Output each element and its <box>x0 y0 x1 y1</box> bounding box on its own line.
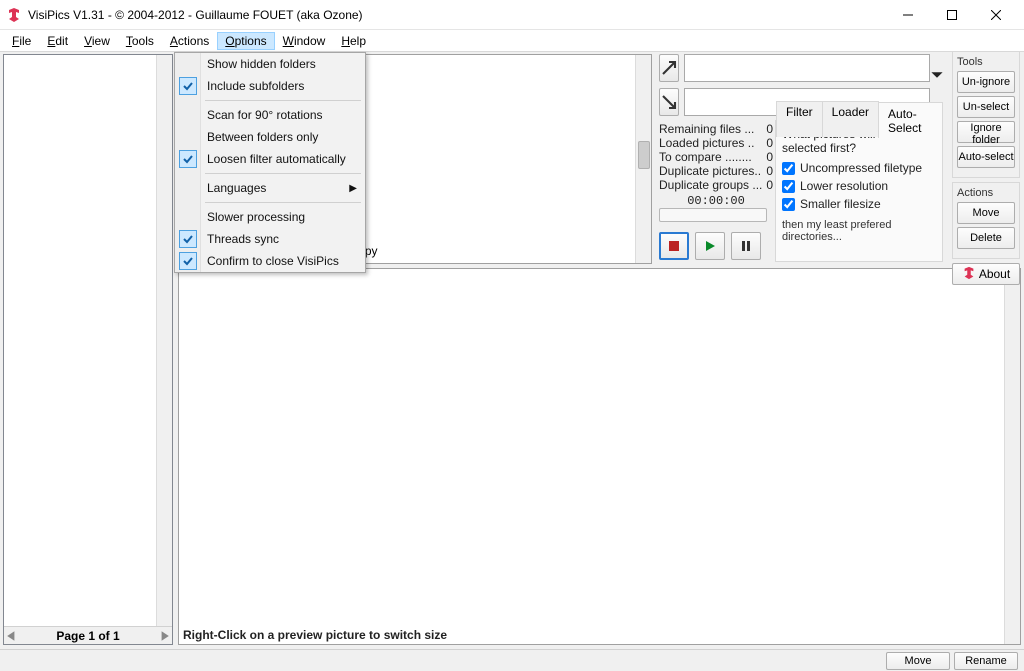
image-slot-a[interactable] <box>684 54 930 82</box>
opt-threads-sync[interactable]: Threads sync <box>175 228 365 250</box>
close-button[interactable] <box>974 1 1018 29</box>
menu-edit[interactable]: Edit <box>39 32 76 50</box>
unselect-button[interactable]: Un-select <box>957 96 1015 118</box>
options-dropdown: Show hidden folders Include subfolders S… <box>174 52 366 273</box>
tools-group-title: Tools <box>957 56 1015 68</box>
check-icon <box>179 252 197 270</box>
settings-tab-panel: Filter Loader Auto-Select What pictures … <box>775 120 943 262</box>
send-to-bottom-button[interactable] <box>659 88 679 116</box>
check-icon <box>179 230 197 248</box>
tab-autoselect[interactable]: Auto-Select <box>878 102 943 138</box>
fox-icon <box>962 266 976 283</box>
app-icon <box>6 7 22 23</box>
preview-hint: Right-Click on a preview picture to swit… <box>183 628 447 642</box>
about-button[interactable]: About <box>952 263 1020 285</box>
folder-tree-panel: Page 1 of 1 <box>3 54 173 645</box>
maximize-button[interactable] <box>930 1 974 29</box>
window-title: VisiPics V1.31 - © 2004-2012 - Guillaume… <box>28 8 886 22</box>
content-area: Show hidden folders Include subfolders S… <box>0 52 1024 649</box>
check-icon <box>179 150 197 168</box>
progress-bar <box>659 208 767 222</box>
tools-panel: Tools Un-ignore Un-select Ignore folder … <box>952 51 1020 288</box>
opt-scan-rotations[interactable]: Scan for 90° rotations <box>175 104 365 126</box>
status-rename-button[interactable]: Rename <box>954 652 1018 670</box>
prev-page-button[interactable] <box>6 630 18 642</box>
move-button[interactable]: Move <box>957 202 1015 224</box>
filelist-scrollbar[interactable] <box>635 55 651 263</box>
delete-button[interactable]: Delete <box>957 227 1015 249</box>
check-lower-resolution[interactable]: Lower resolution <box>782 179 936 193</box>
pager: Page 1 of 1 <box>4 626 172 644</box>
tree-scrollbar[interactable] <box>156 55 172 644</box>
preview-panel: Right-Click on a preview picture to swit… <box>178 268 1021 645</box>
autoselect-button[interactable]: Auto-select <box>957 146 1015 168</box>
check-icon <box>179 77 197 95</box>
menu-help[interactable]: Help <box>333 32 374 50</box>
menu-window[interactable]: Window <box>275 32 334 50</box>
unignore-button[interactable]: Un-ignore <box>957 71 1015 93</box>
actions-group-title: Actions <box>957 187 1015 199</box>
opt-include-subfolders[interactable]: Include subfolders <box>175 75 365 97</box>
stats-block: Remaining files ...0 Loaded pictures ..0… <box>659 122 773 208</box>
opt-slower[interactable]: Slower processing <box>175 206 365 228</box>
autoselect-note: then my least prefered directories... <box>782 219 936 243</box>
minimize-button[interactable] <box>886 1 930 29</box>
status-bar: Move Rename <box>0 649 1024 671</box>
next-page-button[interactable] <box>158 630 170 642</box>
tab-loader[interactable]: Loader <box>822 101 879 137</box>
chevron-right-icon: ▶ <box>349 183 357 194</box>
opt-show-hidden[interactable]: Show hidden folders <box>175 53 365 75</box>
check-uncompressed[interactable]: Uncompressed filetype <box>782 161 936 175</box>
opt-languages[interactable]: Languages▶ <box>175 177 365 199</box>
send-to-top-button[interactable] <box>659 54 679 82</box>
menu-options[interactable]: Options <box>217 32 274 50</box>
opt-loosen-filter[interactable]: Loosen filter automatically <box>175 148 365 170</box>
pager-label: Page 1 of 1 <box>56 629 119 643</box>
opt-between-folders[interactable]: Between folders only <box>175 126 365 148</box>
tab-filter[interactable]: Filter <box>776 101 823 137</box>
menu-view[interactable]: View <box>76 32 118 50</box>
ignore-folder-button[interactable]: Ignore folder <box>957 121 1015 143</box>
menu-actions[interactable]: Actions <box>162 32 217 50</box>
title-bar: VisiPics V1.31 - © 2004-2012 - Guillaume… <box>0 0 1024 30</box>
status-move-button[interactable]: Move <box>886 652 950 670</box>
menu-file[interactable]: File <box>4 32 39 50</box>
menu-bar: File Edit View Tools Actions Options Win… <box>0 30 1024 52</box>
check-smaller-filesize[interactable]: Smaller filesize <box>782 197 936 211</box>
elapsed-timer: 00:00:00 <box>659 194 773 208</box>
slot-a-dropdown[interactable] <box>930 68 944 82</box>
stop-button[interactable] <box>659 232 689 260</box>
menu-tools[interactable]: Tools <box>118 32 162 50</box>
preview-scrollbar[interactable] <box>1004 269 1020 644</box>
play-button[interactable] <box>695 232 725 260</box>
opt-confirm-close[interactable]: Confirm to close VisiPics <box>175 250 365 272</box>
pause-button[interactable] <box>731 232 761 260</box>
